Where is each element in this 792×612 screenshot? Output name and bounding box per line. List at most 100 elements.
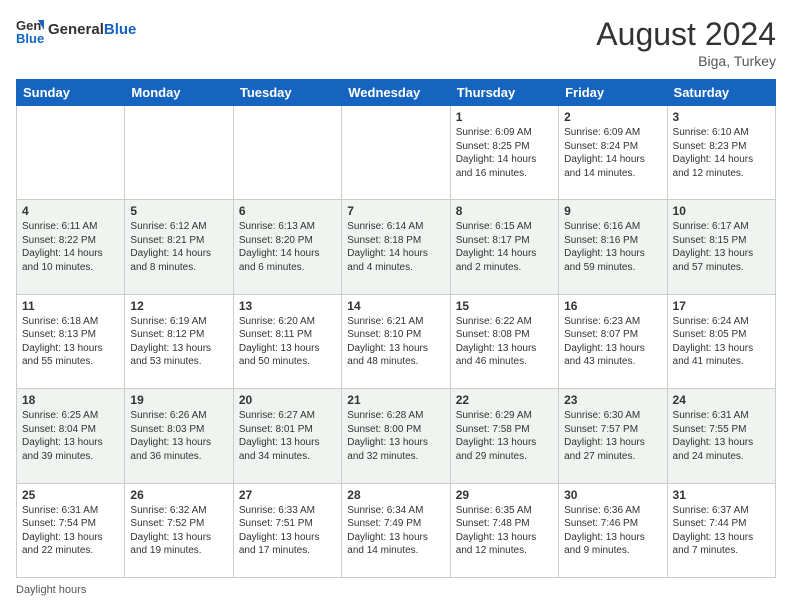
calendar-cell: 10Sunrise: 6:17 AM Sunset: 8:15 PM Dayli… <box>667 200 775 294</box>
day-info: Sunrise: 6:28 AM Sunset: 8:00 PM Dayligh… <box>347 409 444 463</box>
calendar-cell: 25 Sunrise: 6:31 AM Sunset: 7:54 PM Dayli… <box>17 483 125 577</box>
day-info: Sunrise: 6:17 AM Sunset: 8:15 PM Dayligh… <box>673 220 770 274</box>
day-info: Sunrise: 6:37 AM Sunset: 7:44 PM Dayligh… <box>673 504 770 558</box>
day-number: 24 <box>673 393 770 407</box>
generalblue-logo-icon: Gen Blue <box>16 16 44 44</box>
day-number: 18 <box>22 393 119 407</box>
calendar-cell: 23Sunrise: 6:30 AM Sunset: 7:57 PM Dayli… <box>559 389 667 483</box>
logo-blue: Blue <box>104 21 137 38</box>
logo-general: General <box>48 21 104 38</box>
calendar-cell <box>233 106 341 200</box>
daylight-label: Daylight hours <box>16 584 86 596</box>
day-info: Sunrise: 6:32 AM Sunset: 7:52 PM Dayligh… <box>130 504 227 558</box>
calendar-cell: 30 Sunrise: 6:36 AM Sunset: 7:46 PM Dayli… <box>559 483 667 577</box>
day-number: 21 <box>347 393 444 407</box>
day-info: Sunrise: 6:19 AM Sunset: 8:12 PM Dayligh… <box>130 315 227 369</box>
day-number: 30 <box>564 488 661 502</box>
calendar-header-saturday: Saturday <box>667 80 775 106</box>
calendar-cell <box>17 106 125 200</box>
calendar-cell: 16Sunrise: 6:23 AM Sunset: 8:07 PM Dayli… <box>559 294 667 388</box>
day-number: 16 <box>564 299 661 313</box>
calendar-cell: 2 Sunrise: 6:09 AM Sunset: 8:24 PM Daylig… <box>559 106 667 200</box>
day-info: Sunrise: 6:36 AM Sunset: 7:46 PM Dayligh… <box>564 504 661 558</box>
calendar-cell: 14 Sunrise: 6:21 AM Sunset: 8:10 PM Dayli… <box>342 294 450 388</box>
day-info: Sunrise: 6:09 AM Sunset: 8:25 PM Dayligh… <box>456 126 553 180</box>
calendar-week-1: 1 Sunrise: 6:09 AM Sunset: 8:25 PM Daylig… <box>17 106 776 200</box>
day-number: 31 <box>673 488 770 502</box>
day-number: 20 <box>239 393 336 407</box>
calendar-cell: 24 Sunrise: 6:31 AM Sunset: 7:55 PM Dayli… <box>667 389 775 483</box>
day-info: Sunrise: 6:11 AM Sunset: 8:22 PM Dayligh… <box>22 220 119 274</box>
calendar-table: SundayMondayTuesdayWednesdayThursdayFrid… <box>16 79 776 578</box>
day-number: 22 <box>456 393 553 407</box>
day-number: 26 <box>130 488 227 502</box>
calendar-cell: 21 Sunrise: 6:28 AM Sunset: 8:00 PM Dayli… <box>342 389 450 483</box>
day-number: 3 <box>673 110 770 124</box>
day-info: Sunrise: 6:24 AM Sunset: 8:05 PM Dayligh… <box>673 315 770 369</box>
day-number: 17 <box>673 299 770 313</box>
calendar-cell: 13 Sunrise: 6:20 AM Sunset: 8:11 PM Dayli… <box>233 294 341 388</box>
day-info: Sunrise: 6:34 AM Sunset: 7:49 PM Dayligh… <box>347 504 444 558</box>
calendar-cell: 26 Sunrise: 6:32 AM Sunset: 7:52 PM Dayli… <box>125 483 233 577</box>
month-year: August 2024 <box>596 16 776 53</box>
calendar-cell: 11 Sunrise: 6:18 AM Sunset: 8:13 PM Dayli… <box>17 294 125 388</box>
calendar-cell: 15Sunrise: 6:22 AM Sunset: 8:08 PM Dayli… <box>450 294 558 388</box>
calendar-cell: 27Sunrise: 6:33 AM Sunset: 7:51 PM Dayli… <box>233 483 341 577</box>
day-info: Sunrise: 6:21 AM Sunset: 8:10 PM Dayligh… <box>347 315 444 369</box>
footer: Daylight hours <box>16 584 776 596</box>
calendar-cell: 19Sunrise: 6:26 AM Sunset: 8:03 PM Dayli… <box>125 389 233 483</box>
page: Gen Blue GeneralBlue August 2024 Biga, T… <box>0 0 792 612</box>
calendar-header-wednesday: Wednesday <box>342 80 450 106</box>
day-number: 7 <box>347 204 444 218</box>
day-number: 9 <box>564 204 661 218</box>
day-info: Sunrise: 6:13 AM Sunset: 8:20 PM Dayligh… <box>239 220 336 274</box>
day-info: Sunrise: 6:27 AM Sunset: 8:01 PM Dayligh… <box>239 409 336 463</box>
logo-text-block: GeneralBlue <box>48 22 136 39</box>
calendar-cell: 18Sunrise: 6:25 AM Sunset: 8:04 PM Dayli… <box>17 389 125 483</box>
day-info: Sunrise: 6:14 AM Sunset: 8:18 PM Dayligh… <box>347 220 444 274</box>
title-block: August 2024 Biga, Turkey <box>596 16 776 69</box>
day-info: Sunrise: 6:09 AM Sunset: 8:24 PM Dayligh… <box>564 126 661 180</box>
day-number: 1 <box>456 110 553 124</box>
calendar-cell: 7 Sunrise: 6:14 AM Sunset: 8:18 PM Daylig… <box>342 200 450 294</box>
day-info: Sunrise: 6:31 AM Sunset: 7:55 PM Dayligh… <box>673 409 770 463</box>
calendar-header-monday: Monday <box>125 80 233 106</box>
day-info: Sunrise: 6:15 AM Sunset: 8:17 PM Dayligh… <box>456 220 553 274</box>
calendar-cell: 8Sunrise: 6:15 AM Sunset: 8:17 PM Daylig… <box>450 200 558 294</box>
calendar-cell: 3 Sunrise: 6:10 AM Sunset: 8:23 PM Daylig… <box>667 106 775 200</box>
day-number: 11 <box>22 299 119 313</box>
header: Gen Blue GeneralBlue August 2024 Biga, T… <box>16 16 776 69</box>
location: Biga, Turkey <box>596 53 776 69</box>
daylight-hours-legend: Daylight hours <box>16 584 86 596</box>
day-number: 14 <box>347 299 444 313</box>
calendar-header-sunday: Sunday <box>17 80 125 106</box>
calendar-cell: 28Sunrise: 6:34 AM Sunset: 7:49 PM Dayli… <box>342 483 450 577</box>
day-info: Sunrise: 6:20 AM Sunset: 8:11 PM Dayligh… <box>239 315 336 369</box>
day-info: Sunrise: 6:31 AM Sunset: 7:54 PM Dayligh… <box>22 504 119 558</box>
calendar-cell: 1 Sunrise: 6:09 AM Sunset: 8:25 PM Daylig… <box>450 106 558 200</box>
calendar-cell: 4 Sunrise: 6:11 AM Sunset: 8:22 PM Daylig… <box>17 200 125 294</box>
calendar-header-thursday: Thursday <box>450 80 558 106</box>
day-info: Sunrise: 6:22 AM Sunset: 8:08 PM Dayligh… <box>456 315 553 369</box>
day-number: 19 <box>130 393 227 407</box>
day-info: Sunrise: 6:10 AM Sunset: 8:23 PM Dayligh… <box>673 126 770 180</box>
day-number: 2 <box>564 110 661 124</box>
day-number: 29 <box>456 488 553 502</box>
calendar-week-2: 4 Sunrise: 6:11 AM Sunset: 8:22 PM Daylig… <box>17 200 776 294</box>
logo: Gen Blue GeneralBlue <box>16 16 136 44</box>
calendar-cell: 29 Sunrise: 6:35 AM Sunset: 7:48 PM Dayli… <box>450 483 558 577</box>
day-number: 12 <box>130 299 227 313</box>
calendar-week-3: 11 Sunrise: 6:18 AM Sunset: 8:13 PM Dayli… <box>17 294 776 388</box>
day-info: Sunrise: 6:35 AM Sunset: 7:48 PM Dayligh… <box>456 504 553 558</box>
day-info: Sunrise: 6:12 AM Sunset: 8:21 PM Dayligh… <box>130 220 227 274</box>
calendar-cell: 31 Sunrise: 6:37 AM Sunset: 7:44 PM Dayli… <box>667 483 775 577</box>
day-info: Sunrise: 6:18 AM Sunset: 8:13 PM Dayligh… <box>22 315 119 369</box>
day-number: 5 <box>130 204 227 218</box>
svg-text:Blue: Blue <box>16 31 44 44</box>
day-number: 4 <box>22 204 119 218</box>
calendar-header-row: SundayMondayTuesdayWednesdayThursdayFrid… <box>17 80 776 106</box>
day-number: 13 <box>239 299 336 313</box>
day-number: 25 <box>22 488 119 502</box>
calendar-cell: 17 Sunrise: 6:24 AM Sunset: 8:05 PM Dayli… <box>667 294 775 388</box>
calendar-week-4: 18Sunrise: 6:25 AM Sunset: 8:04 PM Dayli… <box>17 389 776 483</box>
